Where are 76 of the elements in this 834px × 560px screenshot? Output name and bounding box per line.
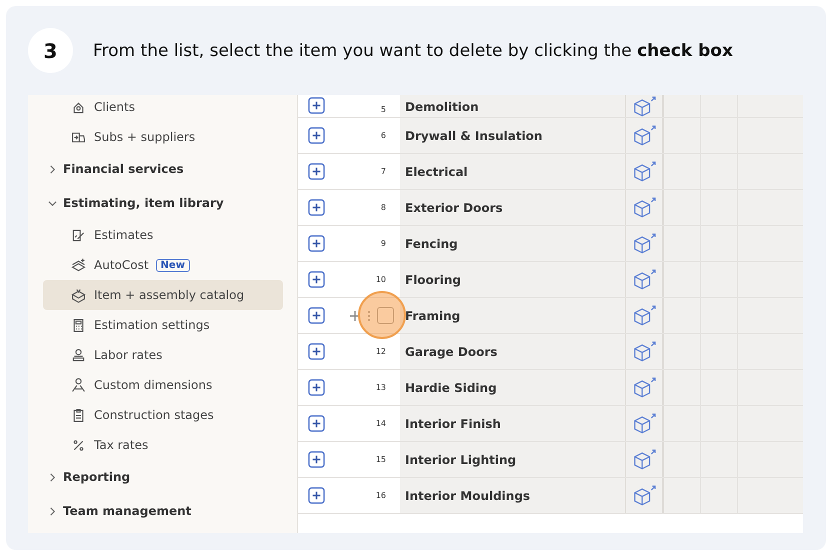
sidebar-item[interactable]: Subs + suppliers: [43, 122, 283, 152]
add-icon[interactable]: [308, 379, 324, 396]
item-name-cell: Flooring: [400, 262, 626, 297]
row-number: 13: [376, 383, 386, 392]
row-number: 15: [376, 455, 386, 464]
plus-icon[interactable]: [349, 310, 361, 322]
sidebar-item[interactable]: Labor rates: [43, 340, 283, 370]
chevron-icon: [48, 164, 57, 174]
sidebar-item[interactable]: Custom dimensions: [43, 370, 283, 400]
cube-icon[interactable]: [632, 269, 656, 290]
step-instruction: From the list, select the item you want to delete by clicking the check box: [93, 40, 733, 60]
menu-item-icon: [70, 256, 87, 274]
add-icon[interactable]: [308, 127, 324, 144]
cube-icon[interactable]: [632, 305, 656, 326]
menu-item-icon: [70, 346, 87, 364]
add-icon[interactable]: [308, 199, 324, 216]
menu-item-icon: [70, 286, 87, 304]
menu-item-icon: [70, 376, 87, 394]
sidebar-section[interactable]: Team management: [43, 494, 283, 528]
add-icon[interactable]: [308, 343, 324, 360]
sidebar-section[interactable]: Financial services: [43, 152, 283, 186]
row-number: 10: [376, 275, 386, 284]
step-number: 3: [28, 28, 73, 73]
sidebar-item[interactable]: Item + assembly catalog: [43, 280, 283, 310]
cube-icon[interactable]: [632, 449, 656, 470]
item-name-cell: Exterior Doors: [400, 190, 626, 225]
sidebar-item[interactable]: Tax rates: [43, 430, 283, 460]
item-name-cell: Interior Lighting: [400, 442, 626, 477]
chevron-icon: [48, 472, 57, 482]
cube-icon[interactable]: [632, 96, 656, 117]
chevron-icon: [48, 506, 57, 516]
cube-icon[interactable]: [632, 413, 656, 434]
row-number: 16: [376, 491, 386, 500]
sidebar-item[interactable]: Estimation settings: [43, 310, 283, 340]
row-number: 12: [376, 347, 386, 356]
item-name-cell: Demolition: [400, 95, 626, 117]
add-icon[interactable]: [308, 487, 324, 504]
cube-icon[interactable]: [632, 161, 656, 182]
add-icon[interactable]: [308, 163, 324, 180]
highlight-circle: [358, 291, 406, 339]
item-name-cell: Framing: [400, 298, 626, 333]
chevron-icon: [48, 198, 57, 208]
add-icon[interactable]: [308, 415, 324, 432]
item-name-cell: Fencing: [400, 226, 626, 261]
add-icon[interactable]: [308, 451, 324, 468]
new-badge: New: [156, 258, 190, 272]
row-number: 8: [380, 203, 386, 212]
add-icon[interactable]: [308, 307, 324, 324]
cube-icon[interactable]: [632, 341, 656, 362]
sidebar-item[interactable]: Clients: [43, 95, 283, 122]
sidebar-section[interactable]: Reporting: [43, 460, 283, 494]
sidebar-item[interactable]: Estimates: [43, 220, 283, 250]
item-name-cell: Electrical: [400, 154, 626, 189]
item-name-cell: Drywall & Insulation: [400, 118, 626, 153]
item-name-cell: Interior Finish: [400, 406, 626, 441]
sidebar-section[interactable]: Estimating, item library: [43, 186, 283, 220]
row-number: 6: [380, 131, 386, 140]
cube-icon[interactable]: [632, 377, 656, 398]
row-checkbox[interactable]: [377, 307, 394, 324]
add-icon[interactable]: [308, 235, 324, 252]
cube-icon[interactable]: [632, 233, 656, 254]
cube-icon[interactable]: [632, 197, 656, 218]
row-number: 7: [380, 167, 386, 176]
row-number: 5: [380, 105, 386, 114]
item-name-cell: Hardie Siding: [400, 370, 626, 405]
cube-icon[interactable]: [632, 485, 656, 506]
add-icon[interactable]: [308, 97, 324, 114]
sidebar-item[interactable]: AutoCost New: [43, 250, 283, 280]
row-number: 9: [380, 239, 386, 248]
item-name-cell: Interior Mouldings: [400, 478, 626, 513]
item-name-cell: Garage Doors: [400, 334, 626, 369]
cube-icon[interactable]: [632, 125, 656, 146]
row-number: 14: [376, 419, 386, 428]
add-icon[interactable]: [308, 271, 324, 288]
drag-handle-icon[interactable]: [367, 310, 371, 322]
sidebar-item[interactable]: Construction stages: [43, 400, 283, 430]
